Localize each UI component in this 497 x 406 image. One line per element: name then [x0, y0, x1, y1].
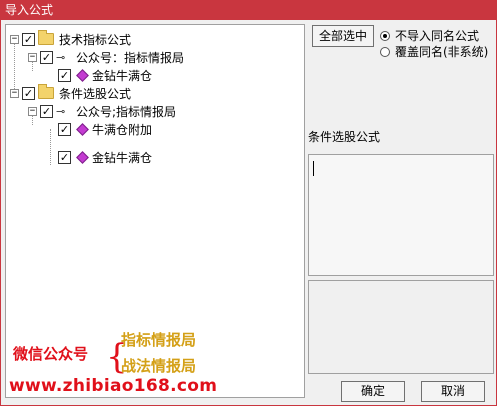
node-checkbox[interactable]: ✓	[58, 122, 71, 136]
tree-node-source[interactable]: − ✓ ⊸ 公众号;指标情报局	[28, 102, 176, 120]
group-label: 条件选股公式	[59, 86, 132, 101]
tree-node-group[interactable]: − ✓ 条件选股公式	[10, 84, 131, 102]
select-all-button[interactable]: 全部选中	[312, 25, 374, 47]
formula-icon	[76, 122, 89, 136]
node-checkbox[interactable]: ✓	[40, 50, 53, 64]
tree-node-formula[interactable]: ✓ 金钻牛满仓	[58, 66, 152, 84]
node-checkbox[interactable]: ✓	[40, 104, 53, 118]
option-label: 不导入同名公式	[395, 29, 480, 43]
formula-description-box[interactable]	[308, 154, 494, 276]
formula-icon	[76, 150, 89, 164]
cancel-button[interactable]: 取消	[421, 381, 485, 402]
formula-label: 金钻牛满仓	[92, 150, 153, 165]
formula-detail-box	[308, 280, 494, 374]
tree-node-source[interactable]: − ✓ ⊸ 公众号：指标情报局	[28, 48, 184, 66]
radio-selected-icon[interactable]	[380, 30, 390, 41]
radio-unselected-icon[interactable]	[380, 46, 390, 57]
window-title: 导入公式	[0, 0, 497, 20]
option-skip-duplicates[interactable]: 不导入同名公式	[380, 27, 479, 44]
node-checkbox[interactable]: ✓	[22, 32, 35, 46]
account-name-1: 指标情报局	[121, 331, 197, 349]
option-overwrite-duplicates[interactable]: 覆盖同名(非系统)	[380, 43, 488, 60]
node-checkbox[interactable]: ✓	[58, 68, 71, 82]
collapse-icon[interactable]: −	[28, 106, 37, 116]
formula-label: 牛满仓附加	[92, 122, 153, 137]
folder-icon	[38, 30, 54, 45]
folder-icon	[38, 84, 54, 99]
key-icon: ⊸	[56, 104, 66, 118]
source-label: 公众号：指标情报局	[76, 50, 185, 65]
node-checkbox[interactable]: ✓	[58, 150, 71, 164]
tree-node-formula[interactable]: ✓ 牛满仓附加	[58, 120, 152, 138]
text-cursor	[313, 161, 314, 176]
ok-button[interactable]: 确定	[341, 381, 405, 402]
option-label: 覆盖同名(非系统)	[395, 45, 489, 59]
collapse-icon[interactable]: −	[28, 52, 37, 62]
account-name-2: 战法情报局	[121, 357, 197, 375]
source-label: 公众号;指标情报局	[76, 104, 177, 119]
formula-label: 金钻牛满仓	[92, 68, 153, 83]
wechat-label: 微信公众号	[13, 345, 89, 363]
section-label: 条件选股公式	[308, 130, 381, 144]
tree-node-formula[interactable]: ✓ 金钻牛满仓	[58, 148, 152, 166]
collapse-icon[interactable]: −	[10, 34, 19, 44]
group-label: 技术指标公式	[59, 32, 132, 47]
collapse-icon[interactable]: −	[10, 88, 19, 98]
tree-node-group[interactable]: − ✓ 技术指标公式	[10, 30, 131, 48]
formula-icon	[76, 68, 89, 82]
import-formula-dialog: − ✓ 技术指标公式 − ✓ ⊸ 公众号：指标情报局 ✓ 金钻牛满仓 − ✓ 条…	[0, 20, 497, 406]
tree-connector	[50, 129, 51, 165]
key-icon: ⊸	[56, 50, 66, 64]
website-url: www.zhibiao168.com	[9, 376, 218, 396]
node-checkbox[interactable]: ✓	[22, 86, 35, 100]
